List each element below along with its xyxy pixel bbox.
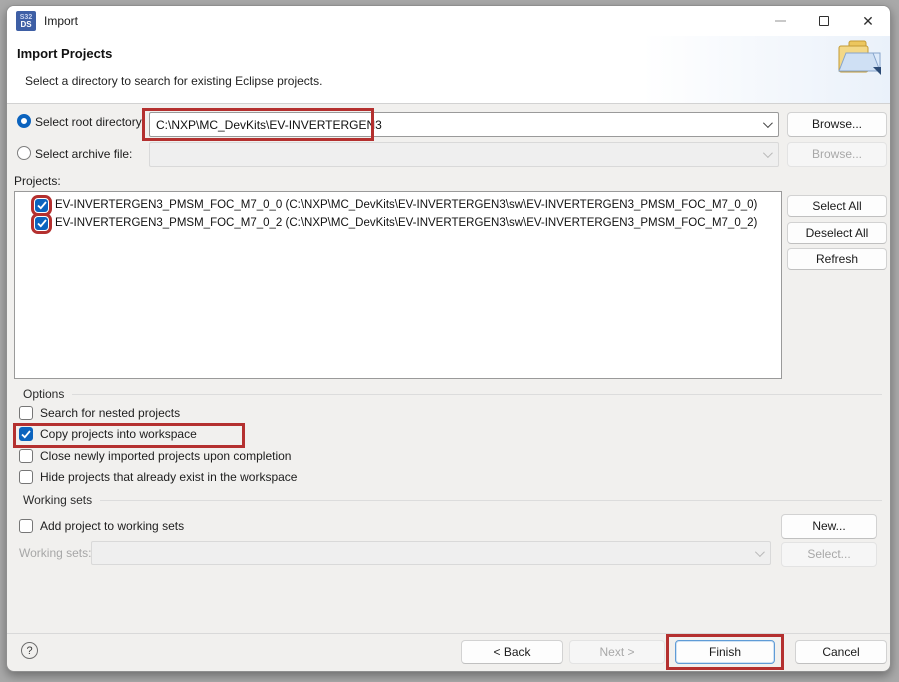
option-label: Hide projects that already exist in the … [40,470,297,484]
project-checkbox[interactable] [35,199,48,212]
window-title: Import [44,14,78,28]
project-label: EV-INVERTERGEN3_PMSM_FOC_M7_0_2 (C:\NXP\… [55,217,757,229]
working-sets-group-label: Working sets [23,493,92,507]
back-button[interactable]: < Back [461,640,563,664]
deselect-all-button[interactable]: Deselect All [787,222,887,244]
wizard-header: Import Projects Select a directory to se… [7,36,890,104]
open-folder-icon [836,40,882,85]
page-title: Import Projects [17,46,112,61]
add-working-sets-checkbox[interactable] [19,519,33,533]
chevron-down-icon [763,148,773,158]
options-group-header: Options [23,387,882,401]
option-label: Search for nested projects [40,406,180,420]
projects-list[interactable]: EV-INVERTERGEN3_PMSM_FOC_M7_0_0 (C:\NXP\… [14,191,782,379]
option-label: Close newly imported projects upon compl… [40,449,291,463]
option-label: Copy projects into workspace [40,427,197,441]
projects-label: Projects: [14,174,61,188]
project-label: EV-INVERTERGEN3_PMSM_FOC_M7_0_0 (C:\NXP\… [55,199,757,211]
working-sets-field-label: Working sets: [19,546,91,560]
browse-archive-button: Browse... [787,142,887,167]
chevron-down-icon[interactable] [763,118,773,128]
working-sets-group-header: Working sets [23,493,882,507]
close-icon: ✕ [862,14,874,28]
app-icon-text-bottom: DS [20,21,31,29]
s32ds-app-icon: S32 DS [16,11,36,31]
option-row-close[interactable]: Close newly imported projects upon compl… [19,449,291,463]
option-row-hide[interactable]: Hide projects that already exist in the … [19,470,297,484]
select-working-set-button: Select... [781,542,877,567]
option-row-copy[interactable]: Copy projects into workspace [19,427,197,441]
new-working-set-button[interactable]: New... [781,514,877,539]
hide-existing-checkbox[interactable] [19,470,33,484]
archive-file-combo [149,142,779,167]
footer-divider [7,633,890,634]
root-directory-radio[interactable] [17,114,31,128]
finish-button[interactable]: Finish [675,640,775,664]
working-sets-combo [91,541,771,565]
maximize-icon [819,16,829,26]
import-dialog: S32 DS Import ✕ Import Projects Select a… [6,5,891,672]
copy-projects-checkbox[interactable] [19,427,33,441]
close-button[interactable]: ✕ [846,6,890,36]
help-button[interactable]: ? [21,642,38,659]
archive-file-radio-label: Select archive file: [35,147,132,161]
root-directory-radio-label: Select root directory: [35,115,145,129]
cancel-button[interactable]: Cancel [795,640,887,664]
search-nested-checkbox[interactable] [19,406,33,420]
minimize-icon [775,20,786,22]
option-row-nested[interactable]: Search for nested projects [19,406,180,420]
project-row[interactable]: EV-INVERTERGEN3_PMSM_FOC_M7_0_2 (C:\NXP\… [35,214,781,232]
title-bar: S32 DS Import ✕ [7,6,890,36]
maximize-button[interactable] [802,6,846,36]
archive-file-radio[interactable] [17,146,31,160]
project-row[interactable]: EV-INVERTERGEN3_PMSM_FOC_M7_0_0 (C:\NXP\… [35,196,781,214]
add-working-sets-row[interactable]: Add project to working sets [19,519,184,533]
chevron-down-icon [755,547,765,557]
root-directory-combo[interactable]: C:\NXP\MC_DevKits\EV-INVERTERGEN3 [149,112,779,137]
root-directory-value: C:\NXP\MC_DevKits\EV-INVERTERGEN3 [156,118,382,132]
close-imported-checkbox[interactable] [19,449,33,463]
next-button: Next > [569,640,665,664]
options-group-label: Options [23,387,64,401]
page-subtitle: Select a directory to search for existin… [25,74,322,88]
browse-root-button[interactable]: Browse... [787,112,887,137]
project-checkbox[interactable] [35,217,48,230]
add-working-sets-label: Add project to working sets [40,519,184,533]
minimize-button[interactable] [758,6,802,36]
refresh-button[interactable]: Refresh [787,248,887,270]
select-all-button[interactable]: Select All [787,195,887,217]
